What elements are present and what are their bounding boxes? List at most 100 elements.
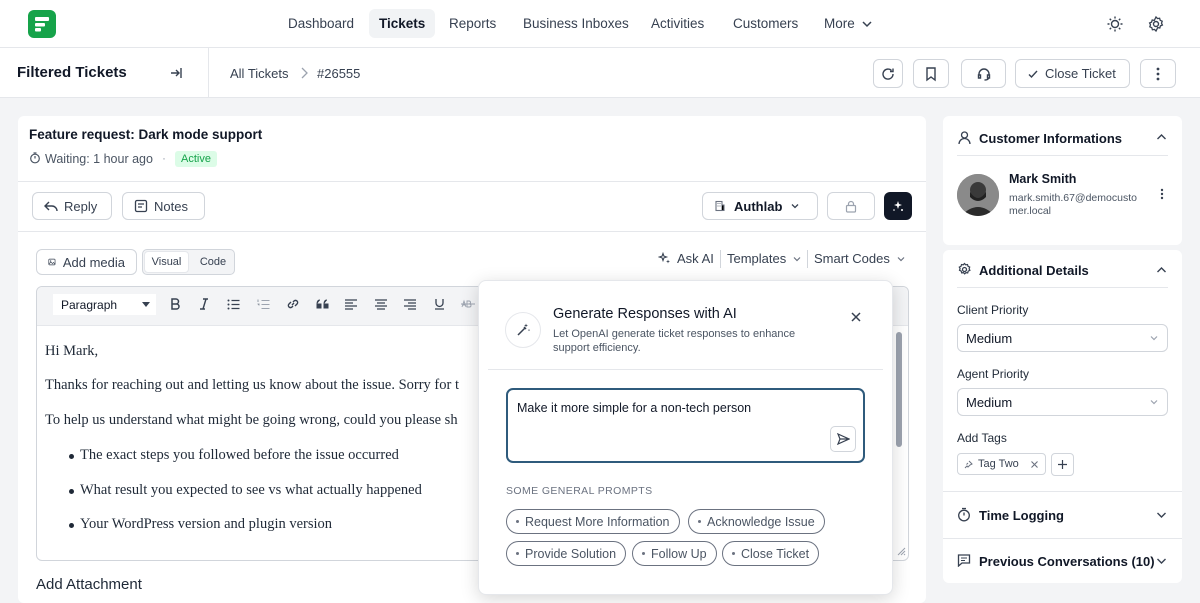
close-icon[interactable] [850, 311, 862, 323]
customer-email-line1[interactable]: mark.smith.67@democusto [1009, 192, 1137, 204]
link-icon[interactable] [283, 294, 303, 314]
refresh-icon [882, 67, 894, 80]
prompt-chip-close-ticket[interactable]: Close Ticket [722, 541, 820, 566]
italic-icon[interactable] [194, 294, 214, 314]
nav-business-inboxes[interactable]: Business Inboxes [513, 9, 639, 38]
close-ticket-button[interactable]: Close Ticket [1015, 59, 1130, 88]
nav-activities[interactable]: Activities [641, 9, 714, 38]
sidebar-divider [943, 491, 1182, 492]
prompt-chip-acknowledge-issue[interactable]: Acknowledge Issue [688, 509, 825, 534]
email-bullet-item[interactable]: What result you expected to see vs what … [80, 482, 422, 499]
more-actions-button[interactable] [1140, 59, 1176, 88]
client-priority-select[interactable]: Medium [957, 324, 1168, 352]
settings-gear-icon[interactable] [1147, 15, 1165, 33]
nav-tickets[interactable]: Tickets [369, 9, 436, 38]
support-agent-button[interactable] [961, 59, 1006, 88]
ai-prompt-value[interactable]: Make it more simple for a non-tech perso… [517, 401, 751, 415]
breadcrumb-chevron-right-icon [299, 67, 309, 79]
editor-scrollbar[interactable] [896, 332, 902, 447]
prompt-chip-follow-up[interactable]: Follow Up [632, 541, 717, 566]
mailbox-value: Authlab [734, 198, 783, 214]
chip-bullet [642, 552, 645, 555]
ask-ai-button[interactable]: Ask AI [658, 251, 714, 266]
ticket-subheader: Filtered Tickets All Tickets #26555 Clos… [0, 48, 1200, 98]
remove-tag-icon[interactable] [1030, 460, 1039, 469]
ticket-waiting-time: Waiting: 1 hour ago [45, 152, 153, 166]
customer-more-icon[interactable] [1160, 188, 1164, 200]
notes-tab-button[interactable]: Notes [122, 192, 205, 220]
add-tags-label: Add Tags [957, 431, 1007, 445]
send-prompt-button[interactable] [830, 426, 856, 452]
card-divider [18, 231, 926, 232]
chevron-down-icon [862, 20, 872, 27]
reply-arrow-icon [44, 201, 58, 212]
bullet-dot [69, 489, 74, 494]
nav-reports[interactable]: Reports [439, 9, 506, 38]
mailbox-select[interactable]: Authlab [702, 192, 818, 220]
lock-button[interactable] [827, 192, 875, 220]
nav-dashboard[interactable]: Dashboard [278, 9, 364, 38]
send-icon [836, 433, 850, 445]
breadcrumb-all-tickets[interactable]: All Tickets [230, 66, 289, 81]
chevron-up-icon[interactable] [1156, 266, 1167, 274]
smart-codes-dropdown[interactable]: Smart Codes [814, 251, 906, 266]
email-greeting[interactable]: Hi Mark, [45, 343, 98, 360]
previous-conversations-heading[interactable]: Previous Conversations (10) [979, 554, 1155, 569]
strikethrough-icon[interactable] [458, 294, 478, 314]
chevron-down-icon [793, 256, 801, 261]
bookmark-button[interactable] [913, 59, 949, 88]
add-tag-button[interactable] [1051, 453, 1074, 476]
nav-more-label: More [824, 16, 855, 31]
gear-icon [957, 262, 972, 277]
email-paragraph-2[interactable]: To help us understand what might be goin… [45, 412, 458, 429]
blockquote-icon[interactable] [312, 294, 332, 314]
chevron-down-icon[interactable] [1156, 557, 1167, 565]
reply-tab-button[interactable]: Reply [32, 192, 112, 220]
ai-sparkle-button[interactable] [884, 192, 912, 220]
email-paragraph-1[interactable]: Thanks for reaching out and letting us k… [45, 377, 459, 394]
align-right-icon[interactable] [400, 294, 420, 314]
numbered-list-icon[interactable] [253, 294, 273, 314]
app-logo[interactable] [28, 10, 56, 38]
chip-bullet [516, 520, 519, 523]
chevron-down-icon[interactable] [1156, 511, 1167, 519]
paragraph-format-select[interactable]: Paragraph [53, 294, 156, 315]
agent-priority-select[interactable]: Medium [957, 388, 1168, 416]
pin-icon [964, 460, 973, 468]
bullet-list-icon[interactable] [223, 294, 243, 314]
ai-prompt-input[interactable]: Make it more simple for a non-tech perso… [506, 388, 865, 463]
email-bullet-item[interactable]: The exact steps you followed before the … [80, 447, 399, 464]
chip-bullet [516, 552, 519, 555]
align-left-icon[interactable] [341, 294, 361, 314]
nav-more[interactable]: More [814, 9, 883, 38]
templates-dropdown[interactable]: Templates [727, 251, 802, 266]
customer-email-line2[interactable]: mer.local [1009, 205, 1051, 217]
collapse-panel-icon[interactable] [169, 66, 183, 80]
tab-visual[interactable]: Visual [144, 251, 189, 273]
paragraph-format-value: Paragraph [61, 297, 118, 312]
agent-priority-label: Agent Priority [957, 367, 1030, 381]
add-media-button[interactable]: Add media [36, 249, 137, 275]
client-priority-label: Client Priority [957, 303, 1029, 317]
resize-handle-icon[interactable] [897, 547, 906, 556]
nav-customers[interactable]: Customers [723, 9, 808, 38]
card-divider [18, 181, 926, 182]
tab-code[interactable]: Code [193, 251, 233, 273]
plus-icon [1058, 460, 1067, 469]
chevron-up-icon[interactable] [1156, 133, 1167, 141]
reply-label: Reply [64, 198, 98, 214]
tag-chip: Tag Two [957, 453, 1046, 475]
theme-toggle-sun-icon[interactable] [1106, 15, 1124, 33]
prompt-chip-label: Close Ticket [741, 546, 810, 561]
ai-popup-divider [488, 369, 883, 370]
ai-popup-description-line1: Let OpenAI generate ticket responses to … [553, 328, 796, 340]
underline-icon[interactable] [429, 294, 449, 314]
refresh-button[interactable] [873, 59, 903, 88]
prompt-chip-request-more-information[interactable]: Request More Information [506, 509, 680, 534]
time-logging-heading[interactable]: Time Logging [979, 508, 1064, 523]
align-center-icon[interactable] [371, 294, 391, 314]
prompt-chip-provide-solution[interactable]: Provide Solution [506, 541, 627, 566]
email-bullet-item[interactable]: Your WordPress version and plugin versio… [80, 516, 332, 533]
stopwatch-icon [957, 507, 971, 522]
bold-icon[interactable] [165, 294, 185, 314]
